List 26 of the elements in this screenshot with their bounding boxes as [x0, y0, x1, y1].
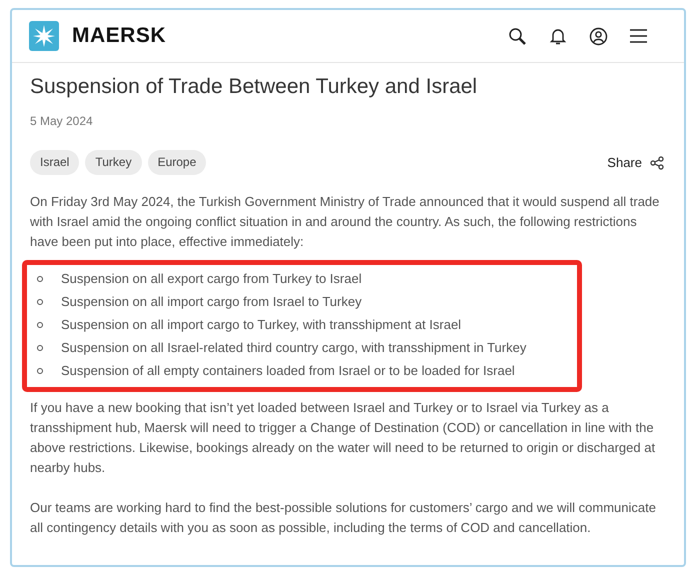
search-icon[interactable]: [508, 26, 527, 46]
share-icon: [650, 156, 664, 170]
tag-chip[interactable]: Europe: [148, 150, 206, 175]
tag-chip[interactable]: Turkey: [85, 150, 142, 175]
bullet-icon: [37, 368, 43, 374]
brand-name[interactable]: MAERSK: [72, 20, 166, 52]
list-item-text: Suspension on all export cargo from Turkey to Israel: [61, 270, 362, 288]
bullet-icon: [37, 298, 43, 304]
star-logo-icon[interactable]: [29, 21, 59, 51]
article-title: Suspension of Trade Between Turkey and Israel: [30, 74, 478, 100]
list-item-text: Suspension on all import cargo to Turkey, with transshipment at Israel: [61, 316, 462, 334]
bullet-icon: [37, 276, 43, 282]
menu-icon[interactable]: [630, 29, 647, 43]
bullet-icon: [37, 344, 43, 350]
bullet-icon: [37, 322, 43, 328]
article-date: 5 May 2024: [30, 113, 94, 130]
share-button[interactable]: Share: [607, 152, 664, 172]
list-item-text: Suspension on all Israel-related third country cargo, with transshipment in Turkey: [61, 338, 526, 357]
list-item-text: Suspension of all empty containers loaded from Israel or to be loaded for Israel: [61, 362, 515, 380]
list-item-text: Suspension on all import cargo from Israel to Turkey: [61, 292, 362, 311]
body-paragraph: Our teams are working hard to find the best-possible solutions for customers’ cargo and we will communicate all contingency details with you as soon as possible, including the terms of COD and cancellation.: [30, 499, 657, 537]
bell-icon[interactable]: [549, 26, 567, 46]
tag-chip[interactable]: Israel: [30, 150, 80, 175]
intro-paragraph: On Friday 3rd May 2024, the Turkish Government Ministry of Trade announced that it would suspend all trade with Israel amid the ongoing conflict situation in and around the country. As such, the following restrictions have been put into place, effective immediately:: [30, 193, 660, 251]
user-icon[interactable]: [589, 26, 608, 46]
body-paragraph: If you have a new booking that isn’t yet loaded between Israel and Turkey or to Israel via Turkey as a transshipment hub, Maersk will need to trigger a Change of Destination (COD) or cancellation in line with the above restrictions. Likewise, bookings already on the water will need to be returned to origin or discharged at nearby hubs.: [30, 399, 656, 477]
